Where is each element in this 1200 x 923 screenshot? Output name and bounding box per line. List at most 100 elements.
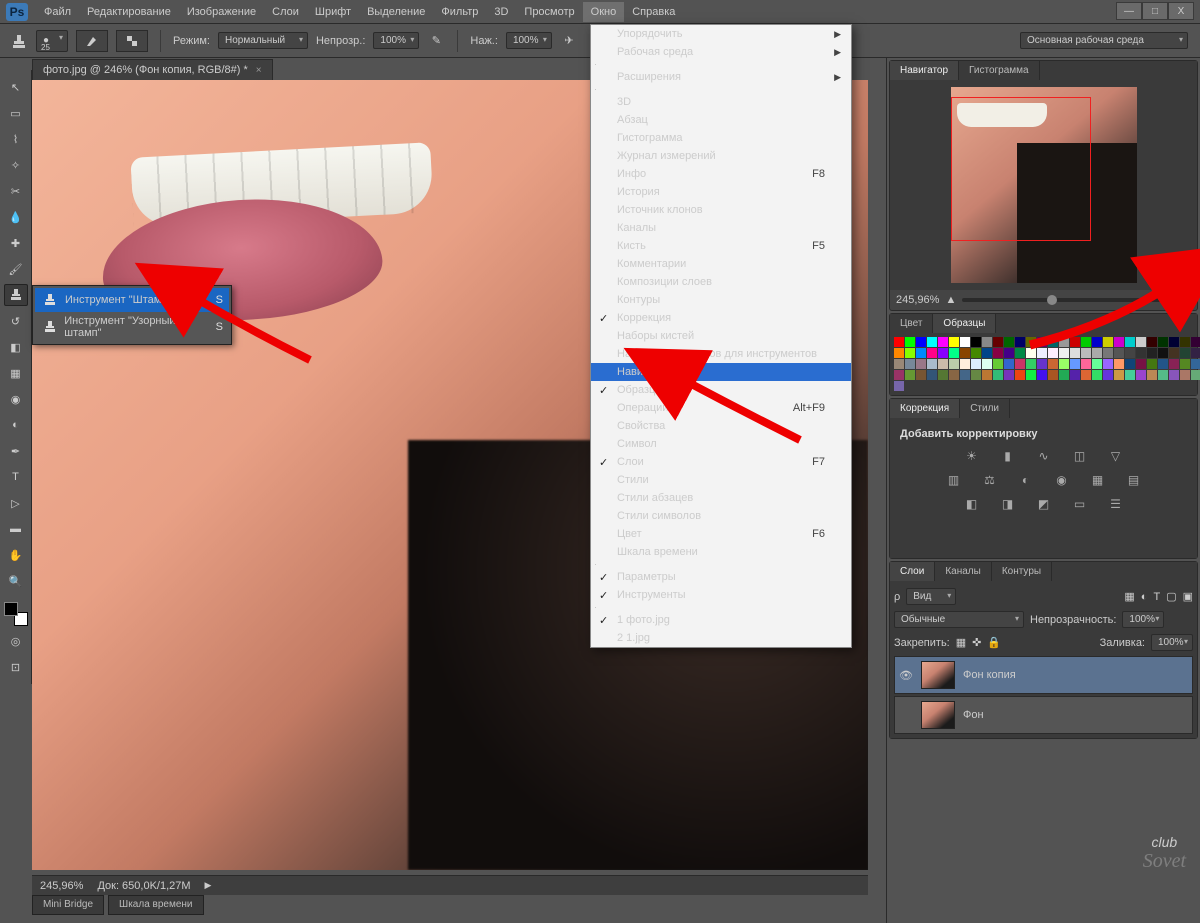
swatch[interactable] <box>949 348 959 358</box>
menu-item[interactable]: Источник клонов <box>591 201 851 219</box>
menu-item[interactable]: История <box>591 183 851 201</box>
menu-item[interactable]: Упорядочить▶ <box>591 25 851 43</box>
menu-item[interactable]: ✓Коррекция <box>591 309 851 327</box>
color-swatches[interactable] <box>4 602 28 626</box>
swatch[interactable] <box>1037 359 1047 369</box>
swatch[interactable] <box>1081 370 1091 380</box>
fill-input[interactable]: 100% <box>1151 634 1193 651</box>
type-tool-icon[interactable]: T <box>4 466 28 488</box>
swatch[interactable] <box>894 348 904 358</box>
menu-редактирование[interactable]: Редактирование <box>79 2 179 22</box>
swatch[interactable] <box>894 359 904 369</box>
navigator-thumbnail[interactable] <box>951 87 1137 283</box>
hue-icon[interactable]: ▥ <box>944 472 964 488</box>
brush-preset-picker[interactable]: ●25 <box>36 30 68 52</box>
swatch[interactable] <box>1180 337 1190 347</box>
lock-all-icon[interactable]: 🔒 <box>987 636 1001 649</box>
posterize-icon[interactable]: ◨ <box>998 496 1018 512</box>
swatch[interactable] <box>927 337 937 347</box>
menu-шрифт[interactable]: Шрифт <box>307 2 359 22</box>
swatch[interactable] <box>1169 359 1179 369</box>
swatch[interactable] <box>960 359 970 369</box>
menu-просмотр[interactable]: Просмотр <box>516 2 582 22</box>
brightness-icon[interactable]: ☀ <box>962 448 982 464</box>
brush-panel-toggle[interactable] <box>76 30 108 52</box>
status-doc-size[interactable]: Док: 650,0K/1,27M <box>97 880 190 892</box>
swatch[interactable] <box>916 370 926 380</box>
swatch[interactable] <box>1180 370 1190 380</box>
swatch[interactable] <box>1114 370 1124 380</box>
swatch[interactable] <box>982 370 992 380</box>
hand-tool-icon[interactable]: ✋ <box>4 544 28 566</box>
swatch[interactable] <box>1004 359 1014 369</box>
layers-tab[interactable]: Слои <box>890 562 935 581</box>
flow-input[interactable]: 100% <box>506 32 552 49</box>
swatch[interactable] <box>993 348 1003 358</box>
swatch[interactable] <box>960 337 970 347</box>
swatch[interactable] <box>1136 359 1146 369</box>
menu-окно[interactable]: Окно <box>583 2 625 22</box>
swatch[interactable] <box>1125 370 1135 380</box>
swatch[interactable] <box>1158 370 1168 380</box>
menu-item[interactable]: Каналы <box>591 219 851 237</box>
layer-row[interactable]: Фон <box>894 696 1193 734</box>
swatch[interactable] <box>1136 370 1146 380</box>
menu-справка[interactable]: Справка <box>624 2 683 22</box>
menu-слои[interactable]: Слои <box>264 2 307 22</box>
layer-opacity-input[interactable]: 100% <box>1122 611 1164 628</box>
menu-3d[interactable]: 3D <box>486 2 516 22</box>
brush-tool-icon[interactable]: 🖌 <box>4 258 28 280</box>
move-tool-icon[interactable]: ↖ <box>4 76 28 98</box>
mixer-icon[interactable]: ▦ <box>1088 472 1108 488</box>
swatch[interactable] <box>949 337 959 347</box>
eraser-tool-icon[interactable]: ◧ <box>4 336 28 358</box>
status-zoom[interactable]: 245,96% <box>40 880 83 892</box>
swatch[interactable] <box>1070 370 1080 380</box>
swatch[interactable] <box>1103 359 1113 369</box>
bw-icon[interactable]: ◐ <box>1016 472 1036 488</box>
menu-файл[interactable]: Файл <box>36 2 79 22</box>
swatch[interactable] <box>1114 359 1124 369</box>
swatch[interactable] <box>1048 359 1058 369</box>
photo-filter-icon[interactable]: ◉ <box>1052 472 1072 488</box>
menu-item[interactable]: Контуры <box>591 291 851 309</box>
menu-item[interactable]: КистьF5 <box>591 237 851 255</box>
swatch[interactable] <box>938 337 948 347</box>
clone-source-toggle[interactable] <box>116 30 148 52</box>
curves-icon[interactable]: ∿ <box>1034 448 1054 464</box>
swatch[interactable] <box>938 348 948 358</box>
swatch[interactable] <box>1180 348 1190 358</box>
swatch[interactable] <box>971 370 981 380</box>
swatch[interactable] <box>1092 370 1102 380</box>
dodge-tool-icon[interactable]: ◐ <box>4 414 28 436</box>
menu-item[interactable]: Наборы кистей <box>591 327 851 345</box>
filter-shape-icon[interactable]: ▢ <box>1166 590 1176 603</box>
maximize-button[interactable]: □ <box>1142 2 1168 20</box>
swatch[interactable] <box>938 359 948 369</box>
gradient-map-icon[interactable]: ▭ <box>1070 496 1090 512</box>
navigator-tab[interactable]: Навигатор <box>890 61 959 80</box>
swatch[interactable] <box>960 348 970 358</box>
layer-kind-dropdown[interactable]: Вид <box>906 588 956 605</box>
swatch[interactable] <box>1158 359 1168 369</box>
filter-type-icon[interactable]: T <box>1153 591 1160 603</box>
magic-wand-icon[interactable]: ✧ <box>4 154 28 176</box>
swatch[interactable] <box>993 359 1003 369</box>
menu-item[interactable]: Расширения▶ <box>591 68 851 86</box>
swatch[interactable] <box>1125 359 1135 369</box>
menu-item[interactable]: ✓1 фото.jpg <box>591 611 851 629</box>
menu-item[interactable]: ЦветF6 <box>591 525 851 543</box>
swatch[interactable] <box>993 370 1003 380</box>
workspace-dropdown[interactable]: Основная рабочая среда <box>1020 32 1188 49</box>
swatch[interactable] <box>949 359 959 369</box>
zoom-tool-icon[interactable]: 🔍 <box>4 570 28 592</box>
lasso-tool-icon[interactable]: ⌇ <box>4 128 28 150</box>
document-tab[interactable]: фото.jpg @ 246% (Фон копия, RGB/8#) * × <box>32 59 273 80</box>
gradient-tool-icon[interactable]: ▦ <box>4 362 28 384</box>
zoom-in-icon[interactable]: ▲ <box>1180 294 1191 306</box>
swatch[interactable] <box>1191 348 1200 358</box>
swatch[interactable] <box>1191 359 1200 369</box>
menu-фильтр[interactable]: Фильтр <box>433 2 486 22</box>
swatch[interactable] <box>1191 337 1200 347</box>
menu-item[interactable]: ✓Параметры <box>591 568 851 586</box>
